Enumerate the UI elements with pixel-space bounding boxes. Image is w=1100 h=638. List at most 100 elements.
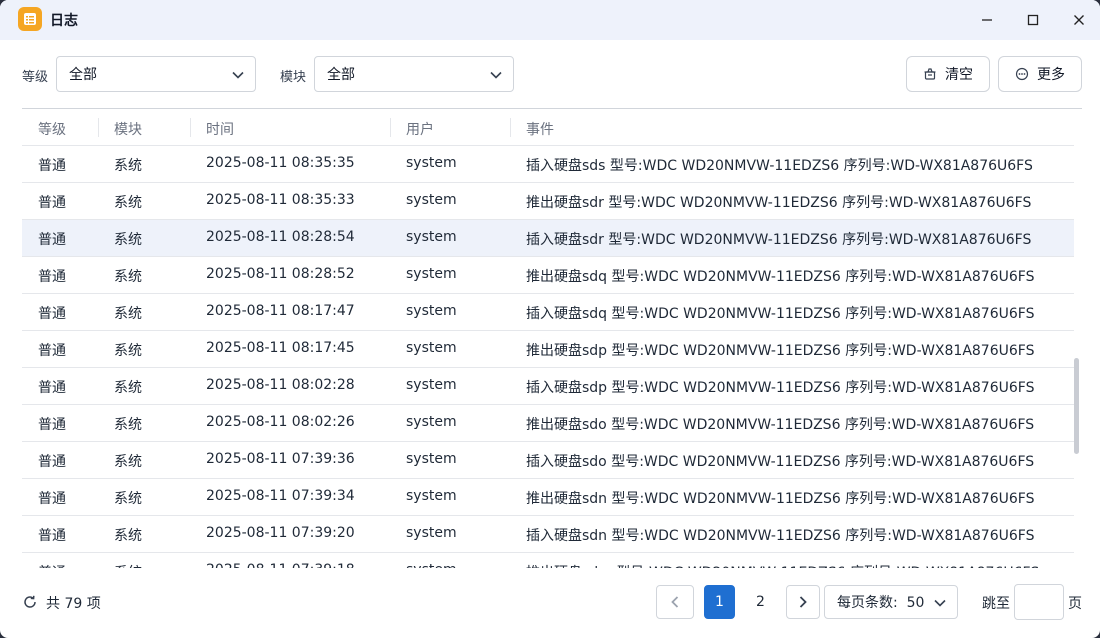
cell-level: 普通: [38, 232, 66, 248]
page-button-1[interactable]: 1: [704, 585, 735, 619]
cell-user: system: [406, 266, 457, 282]
cell-event: 推出硬盘sdo 型号:WDC WD20NMVW-11EDZS6 序列号:WD-W…: [526, 417, 1035, 433]
table-row[interactable]: 普通 系统 2025-08-11 08:17:47 system 插入硬盘sdq 型号:…: [22, 294, 1074, 331]
chevron-down-icon: [232, 71, 244, 79]
module-filter-select[interactable]: 全部: [314, 56, 514, 92]
table-row[interactable]: 普通 系统 2025-08-11 08:28:52 system 推出硬盘sdq 型号:…: [22, 257, 1074, 294]
cell-time: 2025-08-11 08:35:35: [206, 155, 355, 171]
cell-level: 普通: [38, 343, 66, 359]
more-circle-icon: [1015, 67, 1029, 81]
cell-level: 普通: [38, 306, 66, 322]
next-page-button[interactable]: [786, 585, 820, 619]
cell-module: 系统: [114, 491, 142, 507]
clear-button-label: 清空: [945, 67, 973, 83]
column-divider[interactable]: [510, 118, 511, 137]
maximize-button[interactable]: [1019, 6, 1047, 34]
minimize-button[interactable]: [973, 6, 1001, 34]
level-filter-select[interactable]: 全部: [56, 56, 256, 92]
cell-user: system: [406, 525, 457, 541]
page-button-2[interactable]: 2: [745, 585, 776, 619]
cell-module: 系统: [114, 195, 142, 211]
table-body: 普通 系统 2025-08-11 08:35:35 system 插入硬盘sds 型号:…: [22, 146, 1074, 568]
cell-level: 普通: [38, 269, 66, 285]
cell-event: 推出硬盘sdn 型号:WDC WD20NMVW-11EDZS6 序列号:WD-W…: [526, 491, 1035, 507]
cell-module: 系统: [114, 528, 142, 544]
cell-event: 插入硬盘sdr 型号:WDC WD20NMVW-11EDZS6 序列号:WD-W…: [526, 232, 1032, 248]
cell-event: 推出硬盘sdq 型号:WDC WD20NMVW-11EDZS6 序列号:WD-W…: [526, 269, 1035, 285]
cell-user: system: [406, 155, 457, 171]
cell-module: 系统: [114, 269, 142, 285]
cell-level: 普通: [38, 195, 66, 211]
module-filter-value: 全部: [327, 67, 355, 83]
column-header-user[interactable]: 用户: [406, 119, 434, 139]
table-scrollbar[interactable]: [1074, 358, 1079, 454]
cell-module: 系统: [114, 158, 142, 174]
column-divider[interactable]: [98, 118, 99, 137]
cell-event: 插入硬盘sdq 型号:WDC WD20NMVW-11EDZS6 序列号:WD-W…: [526, 306, 1035, 322]
cell-event: 推出硬盘sdp 型号:WDC WD20NMVW-11EDZS6 序列号:WD-W…: [526, 343, 1035, 359]
table-row[interactable]: 普通 系统 2025-08-11 07:39:34 system 推出硬盘sdn 型号:…: [22, 479, 1074, 516]
page-size-select[interactable]: 每页条数: 50: [824, 585, 958, 619]
column-header-time[interactable]: 时间: [206, 119, 234, 139]
cell-event: 插入硬盘sdp 型号:WDC WD20NMVW-11EDZS6 序列号:WD-W…: [526, 380, 1035, 396]
table-row[interactable]: 普通 系统 2025-08-11 08:35:35 system 插入硬盘sds 型号:…: [22, 146, 1074, 183]
cell-time: 2025-08-11 08:17:45: [206, 340, 355, 356]
chevron-down-icon: [934, 599, 946, 607]
cell-user: system: [406, 562, 457, 568]
table-row[interactable]: 普通 系统 2025-08-11 08:02:26 system 推出硬盘sdo 型号:…: [22, 405, 1074, 442]
cell-user: system: [406, 229, 457, 245]
table-row[interactable]: 普通 系统 2025-08-11 08:02:28 system 插入硬盘sdp 型号:…: [22, 368, 1074, 405]
table-row[interactable]: 普通 系统 2025-08-11 07:39:20 system 插入硬盘sdn 型号:…: [22, 516, 1074, 553]
close-button[interactable]: [1065, 6, 1093, 34]
cell-module: 系统: [114, 562, 142, 568]
table-row[interactable]: 普通 系统 2025-08-11 08:35:33 system 推出硬盘sdr 型号:…: [22, 183, 1074, 220]
cell-level: 普通: [38, 454, 66, 470]
more-button[interactable]: 更多: [998, 56, 1082, 92]
cell-event: 推出硬盘sdr 型号:WDC WD20NMVW-11EDZS6 序列号:WD-W…: [526, 195, 1032, 211]
cell-event: 推出硬盘sdm 型号:WDC WD20NMVW-11EDZS6 序列号:WD-W…: [526, 562, 1039, 568]
cell-level: 普通: [38, 528, 66, 544]
cell-module: 系统: [114, 417, 142, 433]
cell-event: 插入硬盘sds 型号:WDC WD20NMVW-11EDZS6 序列号:WD-W…: [526, 158, 1033, 174]
column-header-level[interactable]: 等级: [38, 119, 66, 139]
cell-event: 插入硬盘sdo 型号:WDC WD20NMVW-11EDZS6 序列号:WD-W…: [526, 454, 1035, 470]
more-button-label: 更多: [1037, 67, 1065, 83]
cell-event: 插入硬盘sdn 型号:WDC WD20NMVW-11EDZS6 序列号:WD-W…: [526, 528, 1035, 544]
table-row[interactable]: 普通 系统 2025-08-11 07:39:18 system 推出硬盘sdm 型号:…: [22, 553, 1074, 568]
chevron-down-icon: [490, 71, 502, 79]
table-row[interactable]: 普通 系统 2025-08-11 08:28:54 system 插入硬盘sdr 型号:…: [22, 220, 1074, 257]
cell-time: 2025-08-11 08:17:47: [206, 303, 355, 319]
title-bar: 日志: [0, 0, 1100, 40]
cell-module: 系统: [114, 380, 142, 396]
minimize-icon: [982, 19, 992, 21]
cell-user: system: [406, 451, 457, 467]
cell-time: 2025-08-11 07:39:34: [206, 488, 355, 504]
column-header-module[interactable]: 模块: [114, 119, 142, 139]
page-unit-label: 页: [1068, 596, 1082, 612]
table-row[interactable]: 普通 系统 2025-08-11 07:39:36 system 插入硬盘sdo 型号:…: [22, 442, 1074, 479]
log-app-icon: [18, 7, 42, 31]
page-size-label: 每页条数: 50: [837, 595, 925, 611]
prev-page-button[interactable]: [656, 585, 694, 619]
table-row[interactable]: 普通 系统 2025-08-11 08:17:45 system 推出硬盘sdp 型号:…: [22, 331, 1074, 368]
cell-time: 2025-08-11 08:28:52: [206, 266, 355, 282]
cell-level: 普通: [38, 158, 66, 174]
clear-button[interactable]: 清空: [906, 56, 990, 92]
refresh-icon[interactable]: [22, 594, 38, 610]
column-divider[interactable]: [190, 118, 191, 137]
column-divider[interactable]: [390, 118, 391, 137]
cell-user: system: [406, 488, 457, 504]
cell-level: 普通: [38, 417, 66, 433]
level-filter-label: 等级: [22, 70, 49, 85]
cell-time: 2025-08-11 08:02:28: [206, 377, 355, 393]
column-header-event[interactable]: 事件: [526, 119, 554, 139]
cell-user: system: [406, 340, 457, 356]
cell-time: 2025-08-11 08:02:26: [206, 414, 355, 430]
chevron-left-icon: [671, 596, 679, 608]
module-filter-label: 模块: [280, 70, 307, 85]
cell-user: system: [406, 303, 457, 319]
cell-level: 普通: [38, 380, 66, 396]
cell-time: 2025-08-11 07:39:18: [206, 562, 355, 568]
cell-time: 2025-08-11 08:35:33: [206, 192, 355, 208]
jump-to-page-input[interactable]: [1014, 584, 1064, 620]
